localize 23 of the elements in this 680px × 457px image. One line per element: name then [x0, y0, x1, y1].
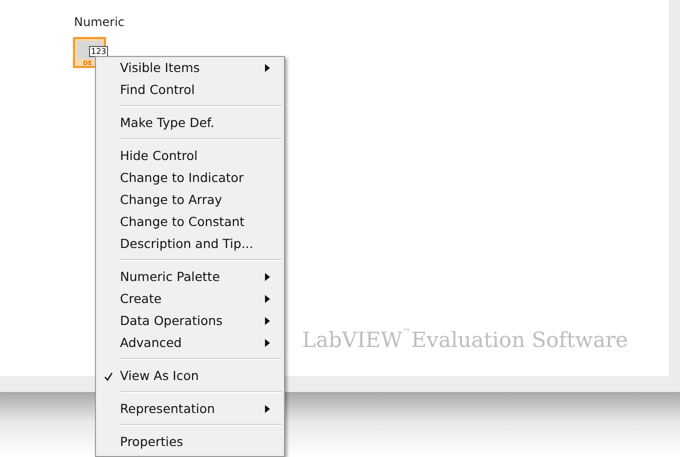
- control-label: Numeric: [74, 15, 125, 29]
- menu-item[interactable]: Representation: [96, 398, 284, 420]
- submenu-arrow-icon: [265, 317, 270, 325]
- menu-item[interactable]: Create: [96, 288, 284, 310]
- check-icon: [104, 372, 113, 381]
- submenu-arrow-icon: [265, 64, 270, 72]
- submenu-arrow-icon: [265, 273, 270, 281]
- menu-item[interactable]: Change to Constant: [96, 211, 284, 233]
- submenu-arrow-icon: [265, 405, 270, 413]
- menu-item[interactable]: Change to Array: [96, 189, 284, 211]
- menu-item[interactable]: Find Control: [96, 79, 284, 101]
- submenu-arrow-icon: [265, 295, 270, 303]
- menu-item[interactable]: Change to Indicator: [96, 167, 284, 189]
- menu-item[interactable]: Make Type Def.: [96, 112, 284, 134]
- menu-item[interactable]: View As Icon: [96, 365, 284, 387]
- menu-item[interactable]: Properties: [96, 431, 284, 453]
- menu-item[interactable]: Hide Control: [96, 145, 284, 167]
- submenu-arrow-icon: [265, 339, 270, 347]
- menu-item[interactable]: Description and Tip...: [96, 233, 284, 255]
- menu-item[interactable]: Advanced: [96, 332, 284, 354]
- watermark-text: LabVIEW™Evaluation Software: [302, 328, 628, 352]
- menu-item[interactable]: Numeric Palette: [96, 266, 284, 288]
- menu-item[interactable]: Data Operations: [96, 310, 284, 332]
